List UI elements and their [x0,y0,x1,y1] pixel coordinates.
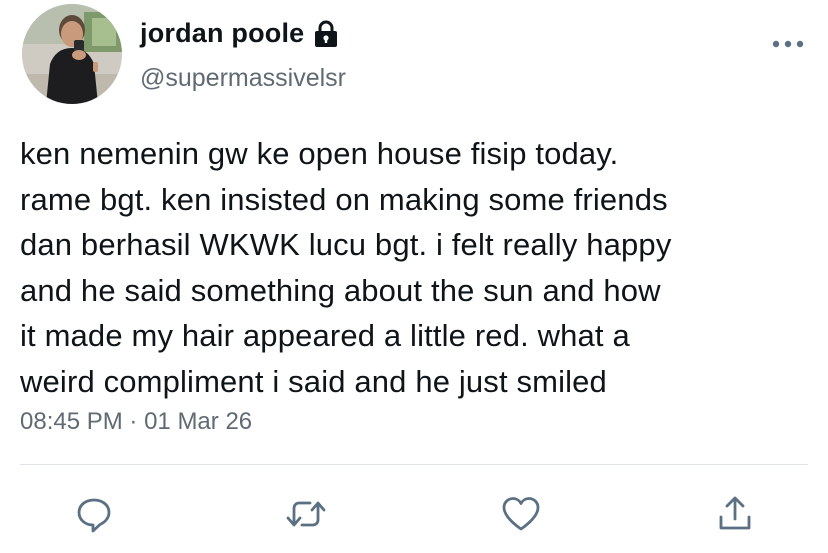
divider [20,464,808,465]
tweet-timestamp[interactable]: 08:45 PM · 01 Mar 26 [20,408,252,436]
avatar[interactable] [22,4,122,104]
reply-icon [77,498,111,533]
tweet-time: 08:45 PM [20,408,123,435]
tweet-text-line: dan berhasil WKWK lucu bgt. i felt reall… [20,227,672,263]
more-options-icon[interactable] [771,36,805,48]
tweet-text: ken nemenin gw ke open house fisip today… [20,131,820,405]
tweet-text-line: ken nemenin gw ke open house fisip today… [20,136,619,171]
profile-photo-icon [22,4,122,104]
retweet-button[interactable] [284,492,328,536]
share-icon [719,496,751,530]
reply-button[interactable] [72,492,116,536]
tweet-text-line: weird compliment i said and he just smil… [20,363,607,399]
user-handle[interactable]: @supermassivelsr [140,64,346,93]
tweet-date: 01 Mar 26 [144,408,253,435]
tweet-text-line: it made my hair appeared a little red. w… [20,318,630,354]
tweet-text-line: rame bgt. ken insisted on making some fr… [20,181,668,217]
tweet-text-line: and he said something about the sun and … [20,272,661,308]
heart-icon [502,497,540,531]
lock-icon [312,19,340,49]
display-name-row: jordan poole [140,18,340,49]
meta-separator: · [129,408,138,435]
display-name[interactable]: jordan poole [140,18,304,49]
tweet-card: jordan poole @supermassivelsr ken nemeni… [0,0,828,553]
like-button[interactable] [499,492,543,536]
share-button[interactable] [713,492,757,536]
retweet-icon [286,501,326,527]
